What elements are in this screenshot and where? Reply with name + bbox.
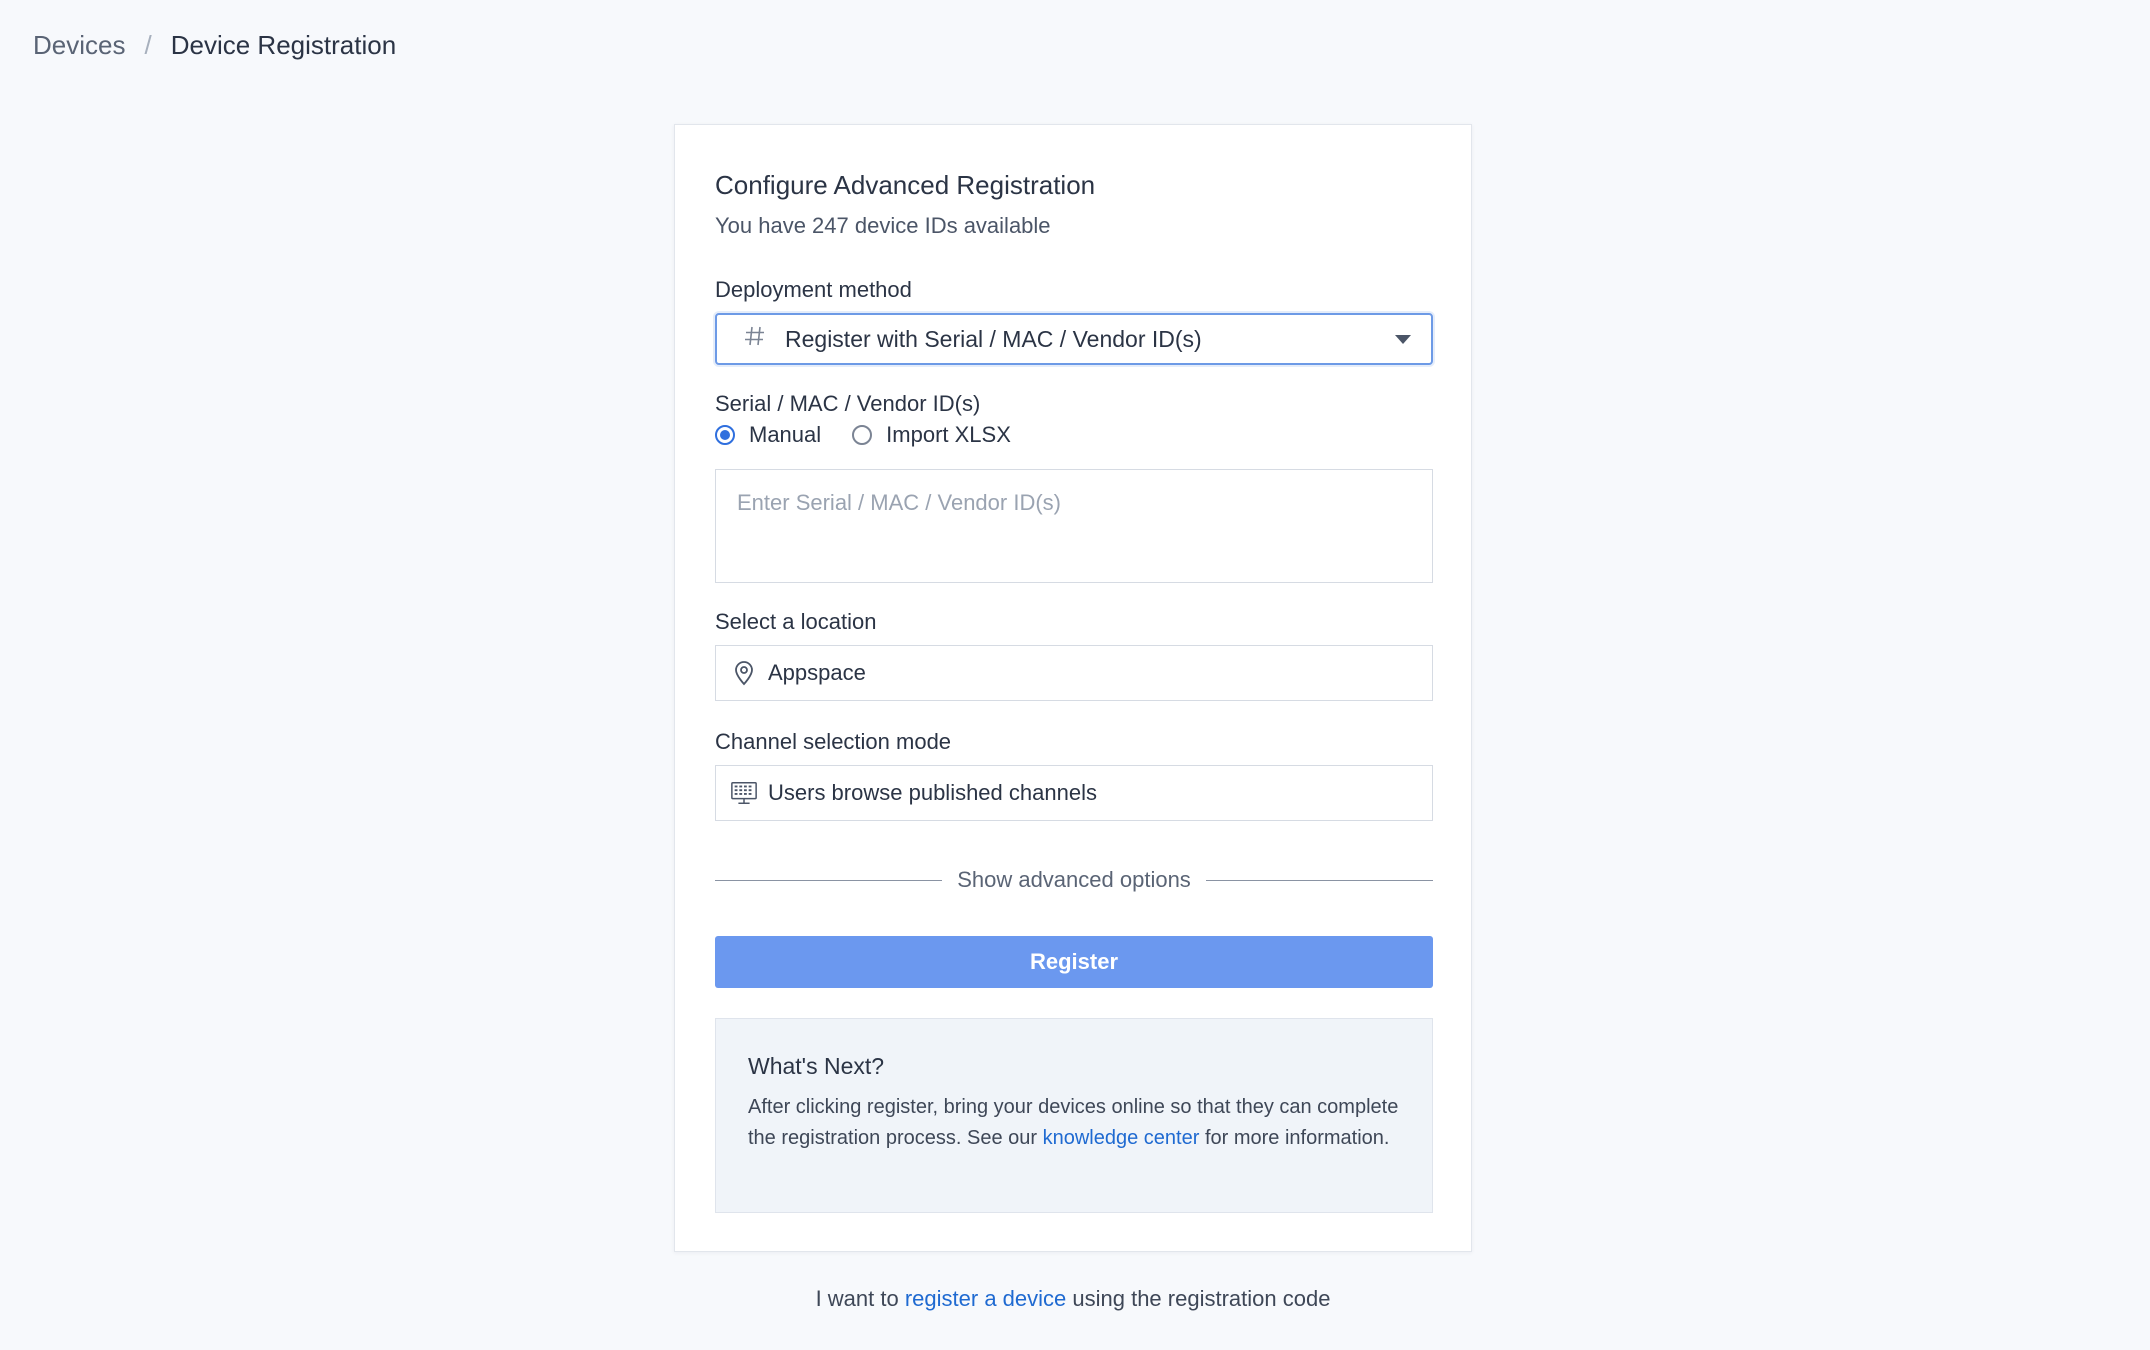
register-device-link[interactable]: register a device bbox=[905, 1286, 1066, 1311]
register-button[interactable]: Register bbox=[715, 936, 1433, 988]
footer-text-before: I want to bbox=[815, 1286, 905, 1311]
registration-card: Configure Advanced Registration You have… bbox=[674, 124, 1472, 1252]
divider-line-right bbox=[1205, 879, 1433, 881]
location-pin-icon bbox=[730, 659, 758, 687]
deployment-method-label: Deployment method bbox=[715, 277, 912, 302]
breadcrumb: Devices / Device Registration bbox=[33, 30, 396, 61]
location-select[interactable]: Appspace bbox=[715, 645, 1433, 701]
deployment-method-value: Register with Serial / MAC / Vendor ID(s… bbox=[785, 325, 1202, 352]
form-title: Configure Advanced Registration bbox=[715, 170, 1096, 200]
channel-mode-select[interactable]: Users browse published channels bbox=[715, 765, 1433, 821]
advanced-options-divider: Show advanced options bbox=[715, 865, 1433, 895]
radio-manual-label: Manual bbox=[749, 422, 822, 447]
whats-next-panel: What's Next? After clicking register, br… bbox=[715, 1018, 1433, 1213]
whats-next-text-after: for more information. bbox=[1199, 1127, 1390, 1149]
show-advanced-options-toggle[interactable]: Show advanced options bbox=[957, 867, 1191, 893]
location-label: Select a location bbox=[715, 609, 877, 634]
breadcrumb-devices-link[interactable]: Devices bbox=[33, 30, 125, 61]
knowledge-center-link[interactable]: knowledge center bbox=[1043, 1127, 1200, 1149]
hash-icon bbox=[743, 324, 771, 355]
footer-text-after: using the registration code bbox=[1066, 1286, 1331, 1311]
location-value: Appspace bbox=[768, 660, 866, 685]
radio-import-xlsx-control[interactable] bbox=[852, 425, 873, 445]
registration-code-footer: I want to register a device using the re… bbox=[0, 1286, 2146, 1312]
channel-mode-value: Users browse published channels bbox=[768, 780, 1097, 805]
chevron-down-icon[interactable] bbox=[1395, 334, 1411, 344]
channel-mode-label: Channel selection mode bbox=[715, 729, 952, 754]
radio-manual-control[interactable] bbox=[715, 425, 735, 445]
whats-next-text: After clicking register, bring your devi… bbox=[748, 1092, 1400, 1154]
device-ids-available: You have 247 device IDs available bbox=[715, 213, 1051, 238]
whats-next-title: What's Next? bbox=[748, 1053, 885, 1079]
divider-line-left bbox=[715, 879, 943, 881]
ids-input-mode: Manual Import XLSX bbox=[715, 421, 1042, 449]
monitor-grid-icon bbox=[730, 779, 758, 807]
radio-manual[interactable]: Manual bbox=[715, 422, 821, 448]
breadcrumb-current: Device Registration bbox=[170, 30, 397, 60]
radio-import-xlsx-label: Import XLSX bbox=[886, 422, 1011, 447]
radio-import-xlsx[interactable]: Import XLSX bbox=[852, 422, 1011, 448]
breadcrumb-separator: / bbox=[144, 30, 152, 60]
ids-textarea[interactable] bbox=[715, 469, 1433, 583]
deployment-method-select[interactable]: Register with Serial / MAC / Vendor ID(s… bbox=[715, 313, 1433, 365]
ids-label: Serial / MAC / Vendor ID(s) bbox=[715, 391, 981, 416]
